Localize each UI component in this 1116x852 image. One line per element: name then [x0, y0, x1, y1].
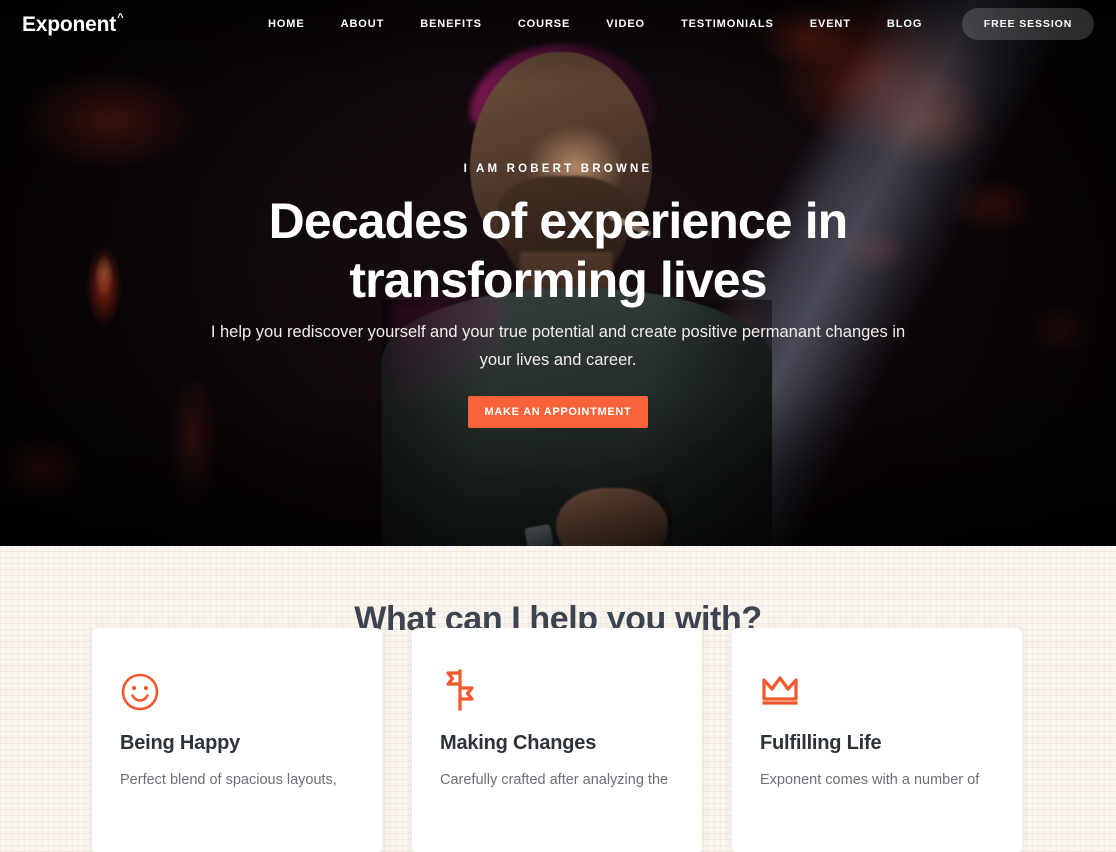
- service-card-text: Carefully crafted after analyzing the: [440, 772, 669, 788]
- nav-item-event[interactable]: EVENT: [810, 12, 851, 36]
- help-section: What can I help you with? Being Happy Pe…: [0, 546, 1116, 852]
- service-card-text: Perfect blend of spacious layouts,: [120, 772, 337, 788]
- brand-logo[interactable]: Exponent ^: [22, 11, 124, 36]
- hero-subtitle: I help you rediscover yourself and your …: [210, 323, 906, 370]
- brand-logo-text: Exponent: [22, 12, 117, 36]
- service-card-title: Making Changes: [440, 732, 597, 754]
- service-card[interactable]: Making Changes Carefully crafted after a…: [412, 628, 702, 852]
- make-appointment-button[interactable]: MAKE AN APPOINTMENT: [468, 396, 648, 428]
- service-card-title: Fulfilling Life: [760, 732, 882, 754]
- signpost-icon: [440, 666, 674, 712]
- crown-icon: [760, 666, 994, 712]
- nav-item-benefits[interactable]: BENEFITS: [420, 12, 482, 36]
- service-card[interactable]: Being Happy Perfect blend of spacious la…: [92, 628, 382, 852]
- nav-item-about[interactable]: ABOUT: [341, 12, 385, 36]
- smiley-face-icon: [120, 666, 354, 712]
- service-card-list: Being Happy Perfect blend of spacious la…: [92, 628, 1024, 852]
- landing-page: Exponent ^ HOME ABOUT BENEFITS COURSE VI…: [0, 0, 1116, 852]
- service-card[interactable]: Fulfilling Life Exponent comes with a nu…: [732, 628, 1022, 852]
- nav-item-blog[interactable]: BLOG: [887, 12, 922, 36]
- nav-item-video[interactable]: VIDEO: [606, 12, 645, 36]
- main-navigation: HOME ABOUT BENEFITS COURSE VIDEO TESTIMO…: [268, 12, 922, 36]
- nav-item-course[interactable]: COURSE: [518, 12, 570, 36]
- hero-section: Exponent ^ HOME ABOUT BENEFITS COURSE VI…: [0, 0, 1116, 546]
- hero-title: Decades of experience in transforming li…: [268, 193, 849, 308]
- service-card-title: Being Happy: [120, 732, 241, 754]
- brand-caret-icon: ^: [117, 11, 124, 24]
- nav-item-testimonials[interactable]: TESTIMONIALS: [681, 12, 774, 36]
- top-navigation-bar: Exponent ^ HOME ABOUT BENEFITS COURSE VI…: [0, 0, 1116, 48]
- nav-item-home[interactable]: HOME: [268, 12, 305, 36]
- service-card-text: Exponent comes with a number of: [760, 772, 980, 788]
- free-session-button[interactable]: FREE SESSION: [962, 8, 1094, 40]
- hero-eyebrow: I AM ROBERT BROWNE: [463, 163, 653, 175]
